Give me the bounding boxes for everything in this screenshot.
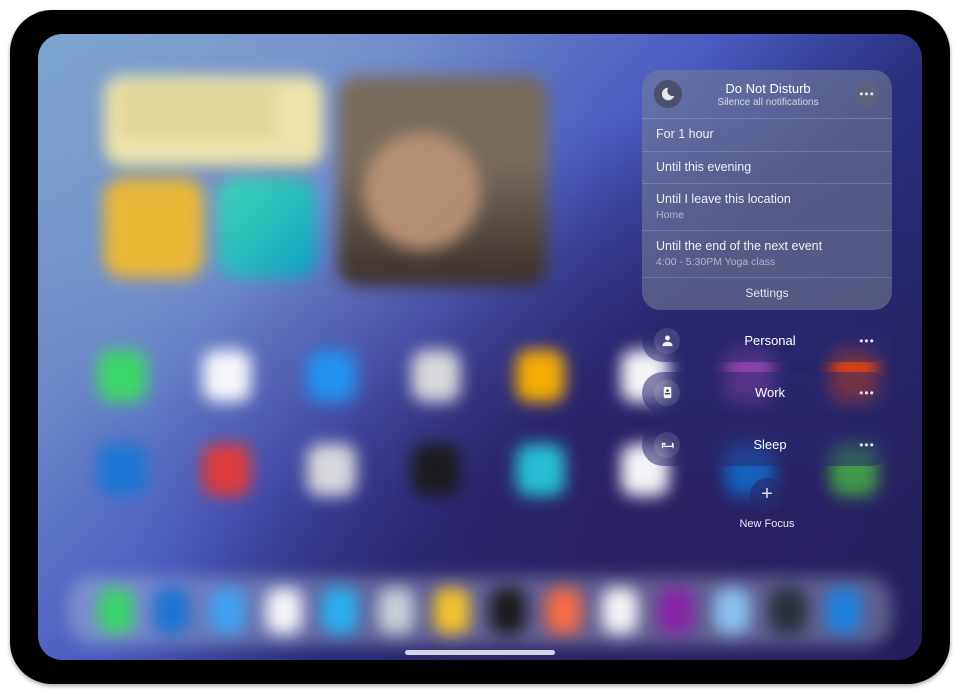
app-icon: [490, 588, 526, 634]
new-focus-group: + New Focus: [642, 478, 892, 530]
focus-pill-sleep[interactable]: Sleep •••: [642, 424, 892, 466]
bed-icon: [654, 432, 680, 458]
app-icon: [602, 588, 638, 634]
app-icon: [307, 350, 356, 402]
focus-pill-label: Sleep: [686, 437, 854, 452]
dnd-option-sublabel: Home: [656, 209, 878, 222]
app-icon: [98, 588, 134, 634]
dnd-settings-button[interactable]: Settings: [642, 277, 892, 310]
app-icon: [770, 588, 806, 634]
dnd-header[interactable]: Do Not Disturb Silence all notifications…: [642, 70, 892, 119]
dock: [68, 576, 892, 646]
focus-pill-personal[interactable]: Personal •••: [642, 320, 892, 362]
dnd-option-label: Until the end of the next event: [656, 239, 878, 255]
person-icon: [654, 328, 680, 354]
dnd-option-label: Until this evening: [656, 160, 878, 176]
dnd-option-for-1-hour[interactable]: For 1 hour: [642, 119, 892, 151]
home-indicator[interactable]: [405, 650, 555, 655]
app-icon: [658, 588, 694, 634]
app-icon: [714, 588, 750, 634]
ellipsis-icon[interactable]: •••: [854, 438, 880, 452]
new-focus-label: New Focus: [739, 518, 794, 530]
screen: Do Not Disturb Silence all notifications…: [38, 34, 922, 660]
dnd-option-label: Until I leave this location: [656, 192, 878, 208]
badge-icon: [654, 380, 680, 406]
app-icon: [412, 350, 461, 402]
ellipsis-icon[interactable]: •••: [854, 334, 880, 348]
app-icon: [516, 350, 565, 402]
app-icon: [307, 444, 356, 496]
app-icon: [412, 444, 461, 496]
dnd-titles: Do Not Disturb Silence all notifications: [692, 81, 844, 108]
app-icon: [210, 588, 246, 634]
app-icon: [826, 588, 862, 634]
app-icon: [322, 588, 358, 634]
app-icon: [203, 444, 252, 496]
focus-pill-label: Work: [686, 385, 854, 400]
new-focus-button[interactable]: +: [750, 478, 784, 512]
widget-teal: [218, 178, 318, 278]
dnd-title: Do Not Disturb: [692, 81, 844, 96]
focus-pill-label: Personal: [686, 333, 854, 348]
dnd-option-until-leave-location[interactable]: Until I leave this location Home: [642, 183, 892, 230]
dnd-card: Do Not Disturb Silence all notifications…: [642, 70, 892, 310]
dnd-option-until-next-event[interactable]: Until the end of the next event 4:00 - 5…: [642, 230, 892, 277]
dnd-options-list: For 1 hour Until this evening Until I le…: [642, 119, 892, 277]
dnd-subtitle: Silence all notifications: [692, 97, 844, 108]
dnd-option-label: For 1 hour: [656, 127, 878, 143]
device-frame: Do Not Disturb Silence all notifications…: [10, 10, 950, 684]
dnd-option-sublabel: 4:00 - 5:30PM Yoga class: [656, 256, 878, 269]
dnd-more-icon[interactable]: •••: [854, 81, 880, 107]
app-icon: [434, 588, 470, 634]
app-icon: [154, 588, 190, 634]
focus-panel: Do Not Disturb Silence all notifications…: [642, 70, 892, 530]
dnd-option-until-evening[interactable]: Until this evening: [642, 151, 892, 184]
app-icon: [266, 588, 302, 634]
widget-photo: [338, 76, 548, 286]
app-icon: [98, 350, 147, 402]
widget-notes-small: [104, 178, 204, 278]
app-icon: [98, 444, 147, 496]
app-icon: [378, 588, 414, 634]
app-icon: [546, 588, 582, 634]
app-icon: [203, 350, 252, 402]
widget-notes-large: [104, 76, 324, 166]
ellipsis-icon[interactable]: •••: [854, 386, 880, 400]
app-icon: [516, 444, 565, 496]
moon-icon: [654, 80, 682, 108]
focus-pill-work[interactable]: Work •••: [642, 372, 892, 414]
